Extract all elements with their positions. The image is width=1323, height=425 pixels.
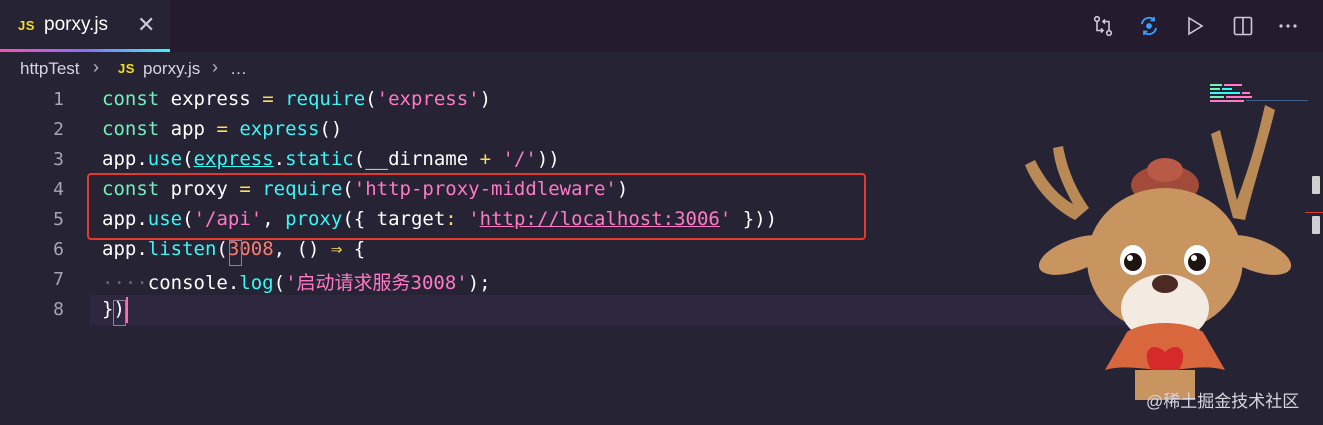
run-icon[interactable] bbox=[1184, 15, 1206, 37]
line-number: 3 bbox=[53, 149, 64, 170]
annotation-highlight-box bbox=[87, 173, 866, 240]
line-number: 5 bbox=[53, 209, 64, 230]
punctuation: . bbox=[227, 272, 240, 294]
tab-bar: JS porxy.js ✕ bbox=[0, 0, 1323, 52]
punctuation: ( bbox=[365, 88, 377, 110]
punctuation: . bbox=[136, 148, 148, 170]
scrollbar-marker[interactable] bbox=[1312, 176, 1320, 194]
string-literal: '启动请求服务3008' bbox=[285, 272, 468, 294]
punctuation: ( bbox=[273, 272, 286, 294]
function-name: static bbox=[285, 148, 354, 170]
line-number: 6 bbox=[53, 239, 64, 260]
breadcrumb-file[interactable]: porxy.js bbox=[143, 59, 200, 79]
line-number: 2 bbox=[53, 119, 64, 140]
keyword: const bbox=[102, 118, 160, 140]
punctuation: ( bbox=[353, 148, 366, 170]
scrollbar-marker[interactable] bbox=[1312, 216, 1320, 234]
code-line-1: const express = require('express') bbox=[102, 88, 491, 110]
more-actions-icon[interactable] bbox=[1277, 15, 1299, 37]
tab-porxy-js[interactable]: JS porxy.js ✕ bbox=[0, 0, 170, 52]
chevron-right-icon: › bbox=[212, 57, 218, 77]
js-file-icon: JS bbox=[118, 61, 135, 76]
matching-bracket-indicator bbox=[113, 300, 126, 326]
identifier: console bbox=[147, 272, 228, 294]
punctuation: { bbox=[353, 238, 366, 260]
live-share-icon[interactable] bbox=[1138, 15, 1160, 37]
text-cursor bbox=[126, 297, 128, 323]
code-line-7: ····console.log('启动请求服务3008'); bbox=[102, 268, 491, 295]
watermark: @稀土掘金技术社区 bbox=[1146, 392, 1300, 411]
punctuation: ); bbox=[467, 272, 491, 294]
matching-bracket-indicator bbox=[229, 240, 242, 266]
scrollbar-position-line bbox=[1305, 212, 1323, 213]
punctuation: ( bbox=[182, 148, 194, 170]
breadcrumb-folder[interactable]: httpTest bbox=[20, 59, 80, 79]
punctuation: ) bbox=[479, 88, 492, 110]
tab-title: porxy.js bbox=[44, 14, 109, 35]
function-name: express bbox=[239, 118, 320, 140]
compare-changes-icon[interactable] bbox=[1092, 15, 1114, 37]
punctuation: )) bbox=[536, 148, 560, 170]
function-name: use bbox=[147, 148, 183, 170]
punctuation: . bbox=[273, 148, 286, 170]
operator: = bbox=[216, 118, 228, 140]
identifier: app bbox=[102, 148, 137, 170]
punctuation: , bbox=[273, 238, 286, 260]
breadcrumb-symbols[interactable]: … bbox=[230, 59, 247, 79]
identifier: app bbox=[170, 118, 205, 140]
identifier: express bbox=[170, 88, 251, 110]
identifier-link[interactable]: express bbox=[194, 148, 274, 170]
chevron-right-icon: › bbox=[93, 57, 99, 77]
close-icon[interactable]: ✕ bbox=[137, 12, 155, 38]
line-number: 7 bbox=[53, 269, 64, 290]
operator: = bbox=[262, 88, 274, 110]
function-name: log bbox=[239, 272, 274, 294]
js-file-icon: JS bbox=[18, 18, 35, 33]
string-literal: '/' bbox=[502, 148, 537, 170]
identifier: __dirname bbox=[365, 148, 469, 170]
whitespace-dots: ···· bbox=[102, 272, 148, 294]
string-literal: 'express' bbox=[376, 88, 480, 110]
code-line-3: app.use(express.static(__dirname + '/')) bbox=[102, 148, 560, 170]
punctuation: () bbox=[296, 238, 320, 260]
operator: + bbox=[479, 148, 492, 170]
punctuation: . bbox=[136, 238, 148, 260]
punctuation: } bbox=[102, 298, 114, 320]
function-name: listen bbox=[147, 238, 217, 260]
line-number: 8 bbox=[53, 299, 64, 320]
split-editor-icon[interactable] bbox=[1232, 15, 1254, 37]
keyword: const bbox=[102, 88, 160, 110]
function-name: require bbox=[285, 88, 366, 110]
identifier: app bbox=[102, 238, 137, 260]
line-number: 4 bbox=[53, 179, 64, 200]
punctuation: () bbox=[319, 118, 343, 140]
code-line-2: const app = express() bbox=[102, 118, 342, 140]
line-number: 1 bbox=[53, 89, 64, 110]
arrow-operator: ⇒ bbox=[330, 238, 343, 260]
punctuation: ( bbox=[216, 238, 228, 260]
deer-sticker-illustration bbox=[1025, 105, 1292, 400]
